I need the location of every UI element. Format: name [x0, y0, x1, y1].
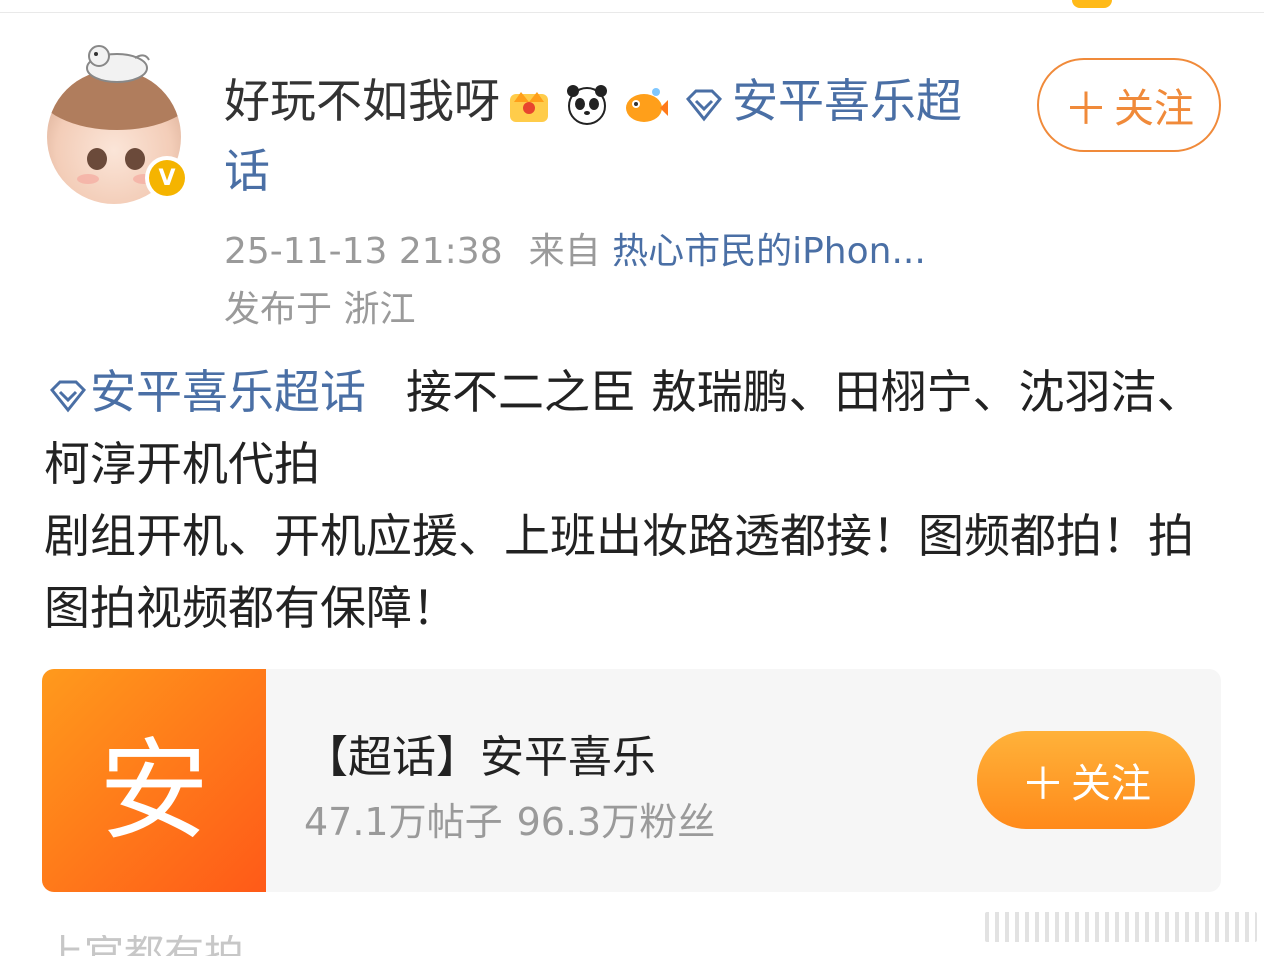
post-meta: 25-11-13 21:38 来自 热心市民的iPhon...	[224, 222, 926, 274]
panda-badge-icon[interactable]	[562, 80, 612, 130]
watermark	[985, 912, 1257, 942]
plus-icon: ＋	[1064, 84, 1108, 135]
post-body: 安平喜乐超话 接不二之臣 敖瑞鹏、田栩宁、沈羽洁、柯淳开机代拍 剧组开机、开机应援…	[44, 356, 1234, 644]
plus-icon: ＋	[1021, 759, 1065, 810]
card-posts: 47.1万帖子	[304, 800, 503, 844]
source-link[interactable]: 热心市民的iPhon...	[612, 231, 926, 272]
cut-off-text: 上官都有拍	[44, 935, 244, 956]
fish-badge-icon[interactable]	[620, 80, 670, 130]
weibo-post-page: V 好玩不如我呀 安平喜乐超话 ＋关注 25-11-13 21:38 来自 热心…	[0, 0, 1264, 956]
card-follow-button[interactable]: ＋关注	[977, 731, 1195, 829]
body-topic-link[interactable]: 安平喜乐超话	[90, 365, 366, 419]
top-accent-icon	[1072, 0, 1112, 8]
username[interactable]: 好玩不如我呀	[224, 74, 500, 128]
from-label: 来自	[528, 231, 601, 272]
timestamp: 25-11-13 21:38	[224, 231, 503, 272]
card-fans: 96.3万粉丝	[516, 800, 716, 844]
diamond-icon	[685, 89, 723, 121]
diamond-icon	[49, 380, 87, 412]
follow-button[interactable]: ＋关注	[1037, 58, 1221, 152]
top-divider	[0, 12, 1264, 13]
topic-card[interactable]: 安 【超话】安平喜乐 47.1万帖子 96.3万粉丝 ＋关注	[42, 669, 1221, 892]
verified-badge-icon: V	[145, 156, 189, 200]
location: 发布于 浙江	[224, 289, 416, 330]
post-header: 好玩不如我呀 安平喜乐超话	[224, 66, 984, 206]
avatar[interactable]: V	[47, 40, 197, 204]
post-line-2: 剧组开机、开机应援、上班出妆路透都接！图频都拍！拍图拍视频都有保障！	[44, 509, 1194, 635]
avatar-pet-icon	[86, 45, 150, 83]
card-thumbnail: 安	[42, 669, 266, 892]
card-stats: 47.1万帖子 96.3万粉丝	[304, 791, 715, 846]
card-follow-label: 关注	[1071, 761, 1151, 807]
follow-label: 关注	[1114, 86, 1194, 132]
crown-badge-icon[interactable]	[504, 80, 554, 130]
card-title: 【超话】安平喜乐	[304, 732, 656, 783]
